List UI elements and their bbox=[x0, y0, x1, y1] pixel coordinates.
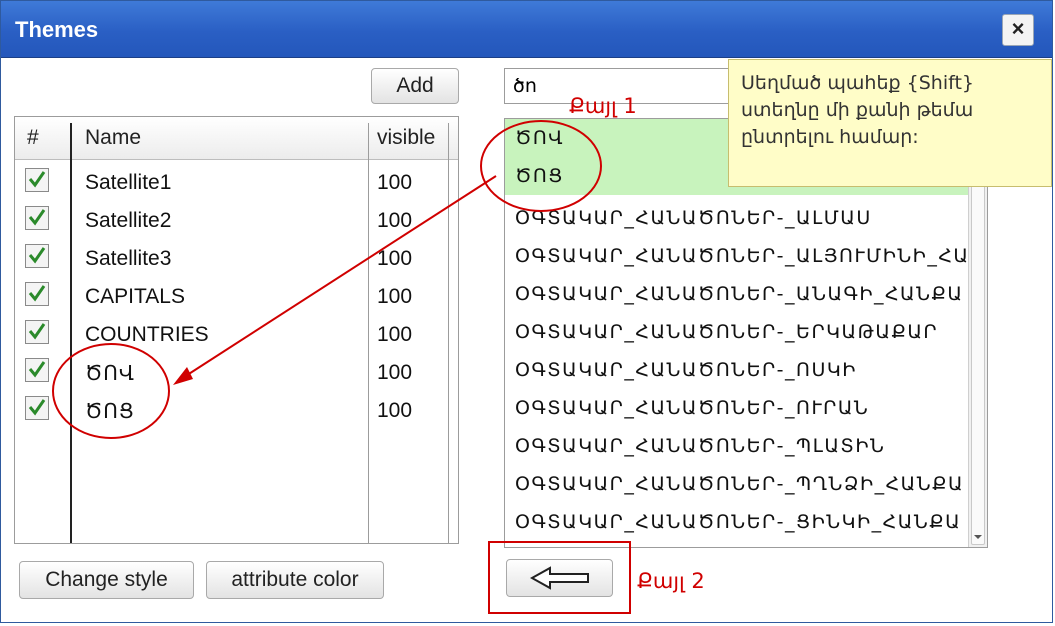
layer-visible: 100 bbox=[377, 171, 413, 194]
table-row[interactable]: ԾՈՎ 100 bbox=[15, 353, 458, 391]
visibility-checkbox[interactable] bbox=[25, 206, 49, 230]
arrow-left-icon bbox=[530, 566, 589, 590]
list-item[interactable]: ՕԳՏԱԿԱՐ_ՀԱՆԱԾՈՆԵՐ-_ՈՍԿԻ bbox=[505, 351, 987, 389]
header-name[interactable]: Name bbox=[85, 117, 141, 159]
scroll-thumb[interactable] bbox=[971, 133, 985, 545]
layer-visible: 100 bbox=[377, 323, 413, 346]
layer-name: ԾՈՎ bbox=[85, 361, 135, 385]
table-row[interactable]: Satellite2 100 bbox=[15, 201, 458, 239]
check-icon bbox=[28, 361, 46, 378]
check-icon bbox=[28, 171, 46, 188]
close-button[interactable]: × bbox=[1002, 14, 1034, 46]
change-style-button[interactable]: Change style bbox=[19, 561, 194, 599]
layer-visible: 100 bbox=[377, 209, 413, 232]
header-check[interactable]: # bbox=[27, 117, 39, 159]
list-item[interactable]: ՕԳՏԱԿԱՐ_ՀԱՆԱԾՈՆԵՐ-_ՈՒՐԱՆ bbox=[505, 389, 987, 427]
table-row[interactable]: CAPITALS 100 bbox=[15, 277, 458, 315]
attribute-color-button[interactable]: attribute color bbox=[206, 561, 384, 599]
layer-name: CAPITALS bbox=[85, 285, 185, 308]
layer-name: Satellite2 bbox=[85, 209, 172, 232]
list-item[interactable]: ՕԳՏԱԿԱՐ_ՀԱՆԱԾՈՆԵՐ-_ՊԼԱՏԻՆ bbox=[505, 427, 987, 465]
list-item[interactable]: ՕԳՏԱԿԱՐ_ՀԱՆԱԾՈՆԵՐ-_ՑԻՆԿԻ_ՀԱՆՔԱ bbox=[505, 503, 987, 541]
table-row[interactable]: ԾՈՑ 100 bbox=[15, 391, 458, 429]
visibility-checkbox[interactable] bbox=[25, 244, 49, 268]
layer-name: Satellite1 bbox=[85, 171, 172, 194]
add-button[interactable]: Add bbox=[371, 68, 459, 104]
list-item[interactable]: ՕԳՏԱԿԱՐ_ՀԱՆԱԾՈՆԵՐ-_ԱԼՅՈՒՄԻՆԻ_ՀԱ bbox=[505, 237, 987, 275]
check-icon bbox=[28, 285, 46, 302]
layer-visible: 100 bbox=[377, 285, 413, 308]
table-header: # Name visible bbox=[15, 117, 458, 160]
table-row[interactable]: Satellite1 100 bbox=[15, 163, 458, 201]
window-title: Themes bbox=[15, 17, 99, 42]
layers-table: # Name visible Satellite1 100 Satellite2… bbox=[14, 116, 459, 544]
multi-select-tooltip: Սեղմած պահեք {Shift} ստեղնը մի քանի թեմա… bbox=[728, 59, 1052, 187]
check-icon bbox=[28, 247, 46, 264]
table-row[interactable]: Satellite3 100 bbox=[15, 239, 458, 277]
themes-dialog: Themes × Add # Name visible Satellite1 1… bbox=[0, 0, 1053, 623]
visibility-checkbox[interactable] bbox=[25, 320, 49, 344]
layer-visible: 100 bbox=[377, 361, 413, 384]
list-item[interactable]: ՕԳՏԱԿԱՐ_ՀԱՆԱԾՈՆԵՐ-_ԱԼՄԱՍ bbox=[505, 199, 987, 237]
step2-label: Քայլ 2 bbox=[637, 569, 705, 593]
title-bar: Themes × bbox=[1, 1, 1052, 58]
check-icon bbox=[28, 209, 46, 226]
list-item[interactable]: ՕԳՏԱԿԱՐ_ՀԱՆԱԾՈՆԵՐ-_ԵՐԿԱԹԱՔԱՐ bbox=[505, 313, 987, 351]
layer-name: Satellite3 bbox=[85, 247, 172, 270]
step1-label: Քայլ 1 bbox=[569, 94, 637, 118]
layer-visible: 100 bbox=[377, 247, 413, 270]
check-icon bbox=[28, 399, 46, 416]
check-icon bbox=[28, 323, 46, 340]
add-to-layers-button[interactable] bbox=[506, 559, 613, 597]
visibility-checkbox[interactable] bbox=[25, 168, 49, 192]
visibility-checkbox[interactable] bbox=[25, 358, 49, 382]
layer-name: ԾՈՑ bbox=[85, 399, 135, 423]
visibility-checkbox[interactable] bbox=[25, 282, 49, 306]
layer-name: COUNTRIES bbox=[85, 323, 209, 346]
list-item[interactable]: ՕԳՏԱԿԱՐ_ՀԱՆԱԾՈՆԵՐ-_ՊՂՆՁԻ_ՀԱՆՔԱ bbox=[505, 465, 987, 503]
list-item[interactable]: ՕԳՏԱԿԱՐ_ՀԱՆԱԾՈՆԵՐ-_ԱՆԱԳԻ_ՀԱՆՔԱ bbox=[505, 275, 987, 313]
layer-visible: 100 bbox=[377, 399, 413, 422]
close-icon: × bbox=[1011, 16, 1025, 41]
visibility-checkbox[interactable] bbox=[25, 396, 49, 420]
table-row[interactable]: COUNTRIES 100 bbox=[15, 315, 458, 353]
chevron-down-icon[interactable] bbox=[970, 529, 986, 545]
header-visible[interactable]: visible bbox=[377, 117, 435, 159]
